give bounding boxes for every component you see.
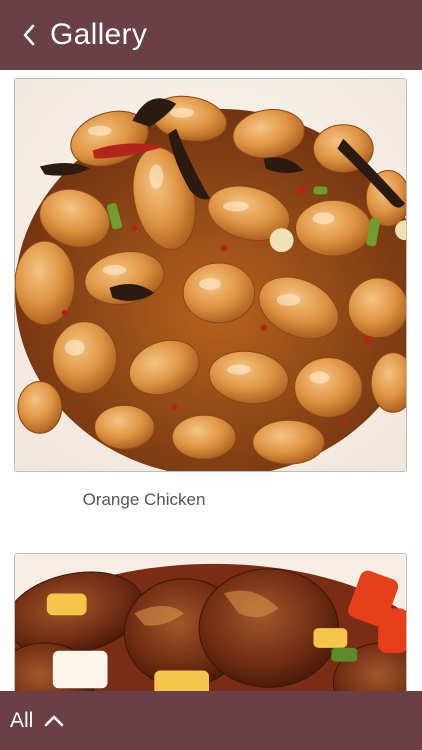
gallery-screen: Gallery Orange Chicken All xyxy=(0,0,422,750)
gallery-item-caption: Orange Chicken xyxy=(82,490,206,509)
page-title: Gallery xyxy=(50,18,148,51)
filter-label[interactable]: All xyxy=(10,709,33,733)
orange-chicken-photo xyxy=(15,79,406,471)
filter-bar[interactable]: All xyxy=(0,691,422,750)
gallery-item-photo[interactable] xyxy=(14,553,407,691)
beef-dish-photo xyxy=(15,554,406,691)
nav-bar: Gallery xyxy=(0,0,422,70)
gallery-list[interactable]: Orange Chicken xyxy=(0,70,422,691)
chevron-left-icon xyxy=(23,24,35,46)
gallery-item-photo[interactable] xyxy=(14,78,407,472)
back-button[interactable] xyxy=(0,0,44,70)
chevron-up-icon[interactable] xyxy=(43,714,65,728)
